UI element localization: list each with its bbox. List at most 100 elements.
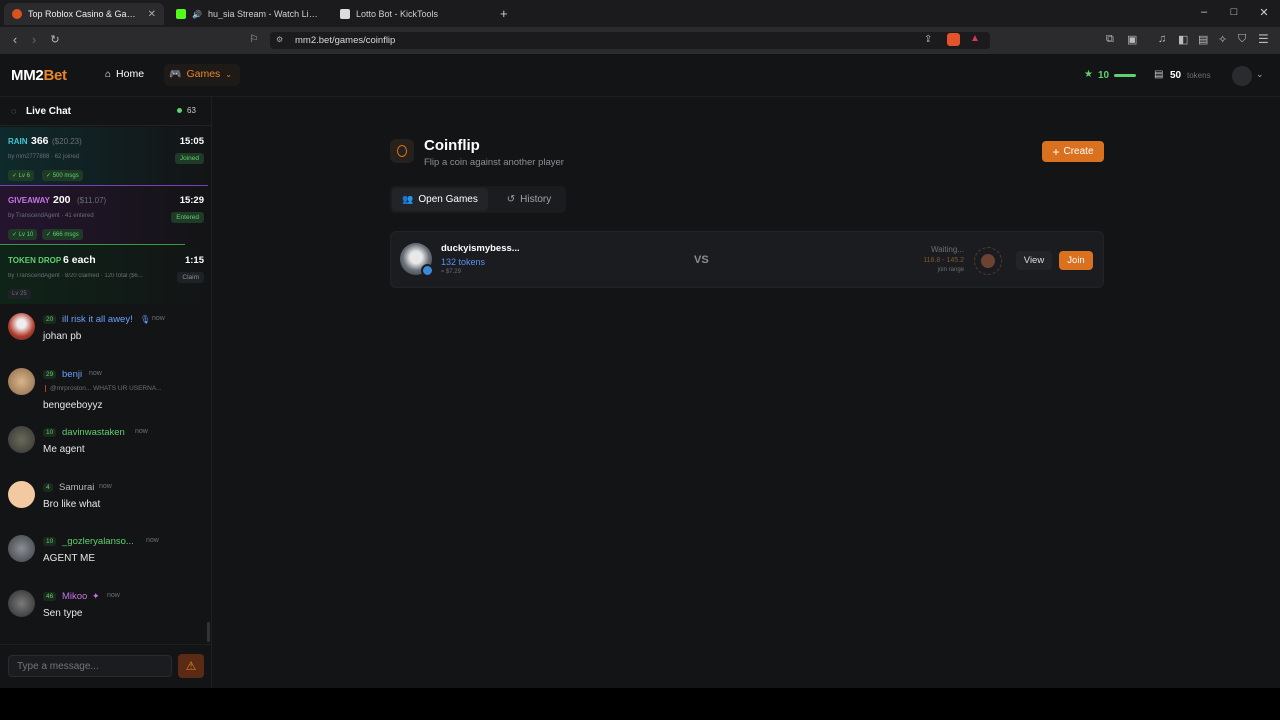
- join-range-label: join range: [937, 267, 964, 273]
- send-message-button[interactable]: ⚠: [178, 654, 204, 678]
- site-info-icon[interactable]: ⚙: [276, 35, 283, 44]
- message-time: now: [135, 428, 148, 435]
- rain-timer: 15:05: [179, 136, 204, 147]
- screenshot-icon[interactable]: ▣: [1127, 33, 1137, 46]
- level-star-icon: ★: [1084, 69, 1093, 80]
- menu-icon[interactable]: ☰: [1258, 32, 1269, 46]
- message-text: Me agent: [43, 444, 85, 455]
- new-tab-button[interactable]: +: [500, 6, 508, 21]
- view-button[interactable]: View: [1016, 251, 1052, 270]
- message-text: Bro like what: [43, 499, 101, 510]
- message-text: bengeeboyyz: [43, 400, 103, 411]
- username[interactable]: davinwastaken: [62, 427, 125, 438]
- site-favicon-icon: [12, 9, 22, 19]
- url-text[interactable]: mm2.bet/games/coinflip: [295, 35, 395, 46]
- close-tab-icon[interactable]: ✕: [148, 9, 156, 20]
- nav-home-label: Home: [116, 68, 145, 80]
- bet-usd: ≈ $7.29: [441, 269, 461, 275]
- token-drop-promo[interactable]: TOKEN DROP 6 each 1:15 by TranscendAgent…: [0, 246, 208, 304]
- users-icon: 👥: [402, 194, 414, 204]
- vpn-icon[interactable]: ⛉: [1238, 33, 1246, 46]
- send-icon: ⚠: [185, 659, 197, 673]
- chat-message-input[interactable]: [8, 655, 172, 677]
- reply-quote: @mrproston... WHATS UR USERNA...: [45, 385, 162, 392]
- history-icon: ↺: [506, 194, 516, 205]
- token-drop-host: by TranscendAgent · 8/20 claimed · 120 t…: [8, 273, 143, 279]
- nav-games-label: Games: [186, 68, 221, 80]
- avatar[interactable]: [8, 535, 35, 562]
- join-button[interactable]: Join: [1059, 251, 1093, 270]
- tab-open-games-label: Open Games: [418, 194, 478, 205]
- chevron-down-icon[interactable]: ⌄: [1256, 69, 1264, 80]
- brave-shield-icon[interactable]: [947, 33, 960, 46]
- username[interactable]: ill risk it all awey!: [62, 314, 133, 325]
- chat-message: 20 ill risk it all awey! 🎙 now johan pb: [0, 313, 208, 368]
- chat-scrollbar[interactable]: [207, 622, 210, 642]
- tab-history[interactable]: ↺ History: [496, 188, 562, 211]
- message-text: johan pb: [43, 331, 82, 342]
- rain-promo[interactable]: RAIN 366 ($20.23) 15:05 by mm2777888 · 6…: [0, 127, 208, 185]
- nav-games[interactable]: 🎮 Games ⌄: [169, 68, 232, 80]
- site-logo[interactable]: MM2Bet: [11, 67, 67, 84]
- tab-title: Lotto Bot - KickTools: [356, 9, 439, 19]
- rain-amount: 366: [31, 135, 49, 147]
- share-icon[interactable]: ⇪: [924, 34, 932, 45]
- avatar[interactable]: [8, 368, 35, 395]
- maximize-button[interactable]: □: [1226, 6, 1242, 18]
- nav-home[interactable]: ⌂ Home: [105, 68, 144, 80]
- rain-usd: ($20.23): [52, 137, 82, 146]
- avatar[interactable]: [8, 426, 35, 453]
- wallet-icon[interactable]: ▤: [1198, 33, 1208, 46]
- leo-ai-icon[interactable]: ✧: [1218, 33, 1227, 46]
- avatar[interactable]: [8, 313, 35, 340]
- chevron-down-icon: ⌄: [225, 69, 232, 79]
- chat-message: 4 Samurai now Bro like what: [0, 481, 208, 536]
- chat-message: 10 _gozleryalanso... now AGENT ME: [0, 535, 208, 590]
- logo-text-main: MM2: [11, 67, 44, 84]
- gamepad-icon: 🎮: [169, 68, 182, 80]
- reload-icon[interactable]: ↻: [47, 33, 63, 47]
- back-icon[interactable]: ‹: [7, 33, 23, 47]
- bookmark-icon[interactable]: ⚐: [246, 33, 262, 47]
- avatar[interactable]: [8, 481, 35, 508]
- user-tokens: 50: [1170, 70, 1182, 81]
- rain-requirement: ✓ 500 msgs: [42, 170, 83, 181]
- media-icon[interactable]: ♫: [1158, 33, 1166, 45]
- message-time: now: [146, 537, 159, 544]
- tab-open-games[interactable]: 👥 Open Games: [392, 188, 488, 211]
- message-text: AGENT ME: [43, 553, 96, 564]
- avatar[interactable]: [8, 590, 35, 617]
- message-time: now: [152, 315, 165, 322]
- divider: [0, 244, 185, 245]
- username[interactable]: Mikoo: [62, 591, 87, 602]
- tab-lotto-bot[interactable]: Lotto Bot - KickTools: [332, 3, 492, 25]
- user-avatar[interactable]: [1232, 66, 1252, 86]
- giveaway-promo[interactable]: GIVEAWAY 200 ($11.07) 15:29 by Transcend…: [0, 186, 208, 244]
- xp-progress-bar: [1114, 74, 1136, 77]
- minimize-button[interactable]: –: [1196, 6, 1212, 18]
- giveaway-status: Entered: [171, 212, 204, 223]
- forward-icon[interactable]: ›: [26, 33, 42, 47]
- player-name[interactable]: duckyismybess...: [441, 243, 520, 254]
- close-window-button[interactable]: ✕: [1256, 6, 1272, 19]
- username[interactable]: _gozleryalanso...: [62, 536, 134, 547]
- tab-kick-stream[interactable]: 🔊 hu_sia Stream - Watch Live on Ki: [168, 3, 326, 25]
- username[interactable]: benji: [62, 369, 82, 380]
- kick-favicon-icon: [176, 9, 186, 19]
- tab-roblox-casino[interactable]: Top Roblox Casino & Gambling ✕: [4, 3, 164, 25]
- extensions-icon[interactable]: ⧉: [1106, 33, 1114, 46]
- username[interactable]: Samurai: [59, 482, 94, 493]
- page-title: Coinflip: [424, 137, 480, 154]
- sidebar-icon[interactable]: ◧: [1178, 33, 1188, 46]
- giveaway-usd: ($11.07): [77, 196, 107, 205]
- brave-rewards-icon[interactable]: ▲: [970, 33, 980, 44]
- wallet-icon: ▤: [1154, 69, 1164, 80]
- token-drop-timer: 1:15: [184, 255, 204, 266]
- coin-side-badge: [421, 264, 434, 277]
- claim-button[interactable]: Claim: [177, 272, 204, 283]
- chat-bubble-icon: ◌: [11, 106, 17, 116]
- create-game-button[interactable]: + Create: [1042, 141, 1104, 162]
- rain-requirement: ✓ Lv 6: [8, 170, 35, 181]
- opponent-slot: [974, 247, 1002, 275]
- giveaway-timer: 15:29: [179, 195, 204, 206]
